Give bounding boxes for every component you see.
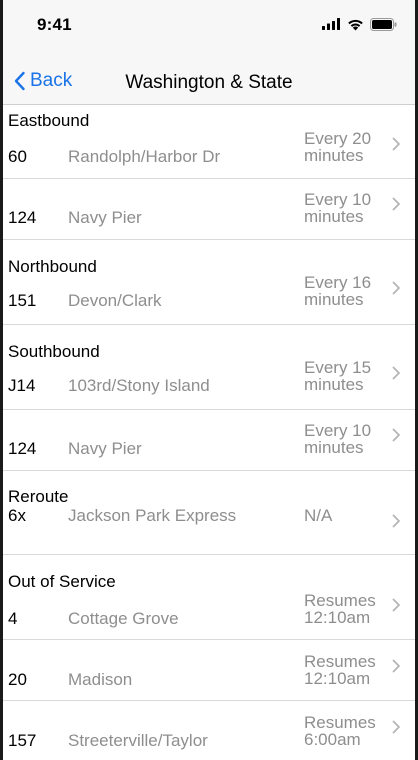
route-frequency-line2: minutes (304, 438, 364, 457)
route-frequency-line2: 12:10am (304, 608, 371, 627)
route-number: J14 (8, 376, 36, 395)
route-frequency: Every 10 minutes (304, 191, 390, 225)
route-frequency: Every 10 minutes (304, 422, 390, 456)
route-row[interactable]: 4 Cottage Grove Resumes 12:10am (3, 555, 415, 640)
route-frequency-line2: minutes (304, 290, 364, 309)
route-frequency: N/A (304, 507, 390, 524)
route-frequency-line2: minutes (304, 375, 364, 394)
route-row[interactable]: 151 Devon/Clark Every 16 minutes (3, 240, 415, 325)
route-destination: Madison (68, 670, 133, 689)
route-row[interactable]: 124 Navy Pier Every 10 minutes (3, 410, 415, 471)
route-row[interactable]: 124 Navy Pier Every 10 minutes (3, 179, 415, 240)
wifi-icon (348, 19, 363, 30)
chevron-right-icon (392, 428, 400, 442)
route-frequency-line1: Every 16 (304, 273, 372, 292)
chevron-right-icon (392, 659, 400, 673)
chevron-right-icon (392, 137, 400, 151)
route-frequency-line1: Every 15 (304, 358, 372, 377)
route-number: 124 (8, 439, 37, 458)
status-time: 9:41 (37, 15, 72, 34)
route-row[interactable]: 157 Streeterville/Taylor Resumes 6:00am (3, 701, 415, 760)
route-frequency-line2: 12:10am (304, 669, 371, 688)
phone-screen: 9:41 Back Washington & State Eastbound 6… (0, 0, 418, 760)
route-row[interactable]: 6x Jackson Park Express N/A (3, 471, 415, 555)
chevron-right-icon (392, 598, 400, 612)
status-bar: 9:41 (3, 0, 415, 48)
route-destination: Streeterville/Taylor (68, 731, 208, 750)
chevron-right-icon (392, 514, 400, 528)
chevron-right-icon (392, 366, 400, 380)
route-destination: Navy Pier (68, 208, 142, 227)
signal-icon (322, 18, 340, 30)
chevron-right-icon (392, 197, 400, 211)
route-frequency-line1: N/A (304, 506, 333, 525)
route-number: 157 (8, 731, 37, 750)
route-number: 4 (8, 609, 18, 628)
route-frequency-line2: minutes (304, 146, 364, 165)
route-number: 124 (8, 208, 37, 227)
page-title: Washington & State (125, 72, 293, 93)
route-frequency-line1: Every 20 (304, 129, 372, 148)
route-frequency: Resumes 6:00am (304, 714, 390, 748)
route-number: 20 (8, 670, 27, 689)
route-destination: Randolph/Harbor Dr (68, 147, 221, 166)
route-frequency-line1: Every 10 (304, 421, 372, 440)
route-frequency: Every 20 minutes (304, 130, 390, 164)
route-destination: Devon/Clark (68, 291, 162, 310)
route-destination: Cottage Grove (68, 609, 179, 628)
route-destination: 103rd/Stony Island (68, 376, 210, 395)
route-destination: Jackson Park Express (68, 506, 237, 525)
route-row[interactable]: J14 103rd/Stony Island Every 15 minutes (3, 325, 415, 410)
route-number: 6x (8, 506, 26, 525)
route-frequency-line1: Resumes (304, 713, 376, 732)
chevron-right-icon (392, 720, 400, 734)
route-frequency-line1: Resumes (304, 591, 376, 610)
route-frequency-line2: 6:00am (304, 730, 361, 749)
route-number: 60 (8, 147, 27, 166)
route-number: 151 (8, 291, 37, 310)
route-destination: Navy Pier (68, 439, 142, 458)
route-frequency-line1: Every 10 (304, 190, 372, 209)
route-row[interactable]: 60 Randolph/Harbor Dr Every 20 minutes (3, 105, 415, 179)
route-frequency: Resumes 12:10am (304, 653, 390, 687)
route-frequency: Resumes 12:10am (304, 592, 390, 626)
status-icons (322, 16, 397, 32)
battery-icon (370, 17, 397, 31)
route-frequency-line2: minutes (304, 207, 364, 226)
navigation-bar: Back Washington & State (3, 48, 415, 105)
route-frequency-line1: Resumes (304, 652, 376, 671)
route-frequency: Every 15 minutes (304, 359, 390, 393)
route-frequency: Every 16 minutes (304, 274, 390, 308)
route-row[interactable]: 20 Madison Resumes 12:10am (3, 640, 415, 701)
chevron-right-icon (392, 281, 400, 295)
